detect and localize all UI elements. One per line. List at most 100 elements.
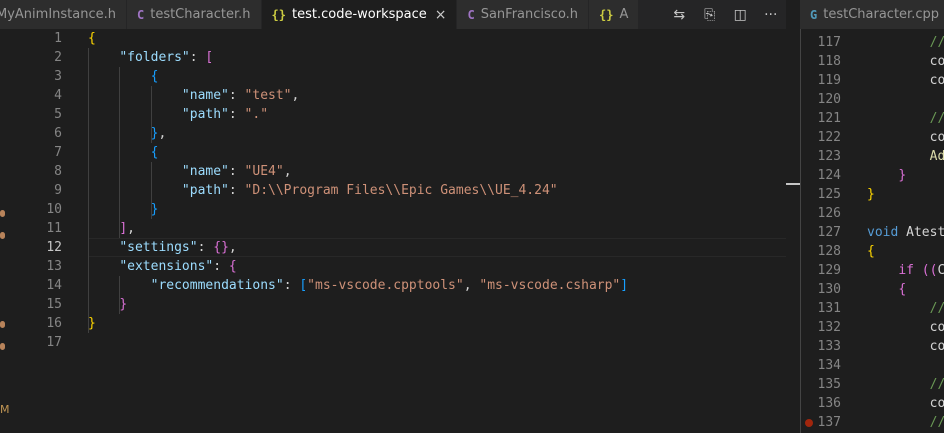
line-number: 121	[817, 111, 841, 126]
code-text: co	[867, 128, 944, 147]
line-number: 9	[54, 183, 62, 198]
code-token: "recommendations"	[150, 278, 284, 293]
code-line[interactable]: 117 //	[801, 33, 944, 52]
code-line[interactable]: 126	[801, 204, 944, 223]
code-line[interactable]: 132 co	[801, 318, 944, 337]
code-token: Atest	[906, 225, 944, 240]
tab-label: SanFrancisco.h	[480, 7, 579, 22]
code-token: [	[205, 50, 214, 65]
code-line[interactable]: 125}	[801, 185, 944, 204]
code-editor-workspace[interactable]: 1{2 "folders": [3 {4 "name": "test", 5 "p…	[20, 29, 786, 433]
code-line[interactable]: 17	[20, 333, 786, 352]
line-number: 133	[817, 339, 841, 354]
code-editor-cpp[interactable]: 117 //118 co 119 co 120 121 //122 co 123 Ad 1…	[801, 33, 944, 433]
line-number: 13	[46, 259, 62, 274]
line-number: 3	[54, 69, 62, 84]
line-number: 117	[817, 35, 841, 50]
code-line[interactable]: 130 {	[801, 280, 944, 299]
code-line[interactable]: 123 Ad	[801, 147, 944, 166]
code-token: :	[228, 183, 245, 198]
code-line[interactable]: 128 {	[801, 242, 944, 261]
overview-ruler[interactable]	[786, 0, 800, 433]
line-number: 118	[817, 54, 841, 69]
code-token: co	[929, 130, 944, 145]
code-line[interactable]: 6 },	[20, 124, 786, 143]
split-editor-icon[interactable]: ◫	[729, 7, 751, 23]
code-line[interactable]: 127 void Atest	[801, 223, 944, 242]
code-token: :	[197, 240, 214, 255]
line-number: 15	[46, 297, 62, 312]
tab-testcharacter-cpp[interactable]: GtestCharacter.cpp	[800, 0, 944, 29]
code-line[interactable]: 12 "settings": {},	[20, 238, 786, 257]
code-line[interactable]: 120	[801, 90, 944, 109]
code-token: "path"	[181, 183, 229, 198]
code-line[interactable]: 14 "recommendations": ["ms-vscode.cpptoo…	[20, 276, 786, 295]
open-changes-icon[interactable]: ⇆	[668, 7, 690, 23]
code-token: if	[898, 263, 914, 278]
code-line[interactable]: 131 //	[801, 299, 944, 318]
code-line[interactable]: 129 if ((C	[801, 261, 944, 280]
code-line[interactable]: 137 //	[801, 413, 944, 432]
code-line[interactable]: 7 {	[20, 143, 786, 162]
code-line[interactable]: 122 co	[801, 128, 944, 147]
line-number: 128	[817, 244, 841, 259]
code-line[interactable]: 11 ],	[20, 219, 786, 238]
tab-sanfrancisco-h[interactable]: C SanFrancisco.h	[457, 0, 590, 29]
code-line[interactable]: 3 {	[20, 67, 786, 86]
line-number: 6	[54, 126, 62, 141]
editor-tab-bar-right: GtestCharacter.cpp	[800, 0, 944, 29]
code-line[interactable]: 15 }	[20, 295, 786, 314]
code-token: co	[929, 73, 944, 88]
code-line[interactable]: 1{	[20, 29, 786, 48]
code-line[interactable]: 4 "name": "test",	[20, 86, 786, 105]
code-line[interactable]: 13 "extensions": {	[20, 257, 786, 276]
code-line[interactable]: 119 co	[801, 71, 944, 90]
tab-testcharacter-h[interactable]: CtestCharacter.h	[126, 0, 262, 29]
line-number: 123	[817, 149, 841, 164]
code-line[interactable]: 118 co	[801, 52, 944, 71]
code-token: "ms-vscode.cpptools"	[307, 278, 464, 293]
more-actions-icon[interactable]: ···	[760, 7, 782, 23]
code-line[interactable]: 133 co	[801, 337, 944, 356]
c-header-icon: C	[136, 7, 145, 22]
code-text: "extensions": {	[88, 257, 236, 276]
tab-myaniminstance-h[interactable]: MyAnimInstance.h	[0, 0, 127, 29]
tab-test-code-workspace[interactable]: {} test.code-workspace ×	[261, 0, 458, 29]
code-line[interactable]: 16}	[20, 314, 786, 333]
code-text: Ad	[867, 147, 944, 166]
code-token: :	[228, 107, 245, 122]
line-number: 130	[817, 282, 841, 297]
code-line[interactable]: 121 //	[801, 109, 944, 128]
line-number: 7	[54, 145, 62, 160]
json-icon: {}	[599, 7, 614, 22]
code-token: co	[929, 54, 944, 69]
line-number: 119	[817, 73, 841, 88]
code-line[interactable]: 135 //	[801, 375, 944, 394]
code-line[interactable]: 136 co	[801, 394, 944, 413]
code-text: }	[88, 200, 159, 219]
code-line[interactable]: 5 "path": "."	[20, 105, 786, 124]
tab-a[interactable]: {} A	[589, 0, 640, 29]
code-line[interactable]: 134	[801, 356, 944, 375]
code-line[interactable]: 2 "folders": [	[20, 48, 786, 67]
code-line[interactable]: 10 }	[20, 200, 786, 219]
code-token: :	[228, 164, 245, 179]
code-line[interactable]: 124 }	[801, 166, 944, 185]
code-token: }	[150, 202, 159, 217]
close-icon[interactable]: ×	[435, 7, 447, 23]
code-line[interactable]: 8 "name": "UE4",	[20, 162, 786, 181]
code-text: "path": "."	[88, 105, 268, 124]
code-text: "recommendations": ["ms-vscode.cpptools"…	[88, 276, 628, 295]
code-token: [	[299, 278, 308, 293]
code-token: ]	[620, 278, 629, 293]
code-line[interactable]: 9 "path": "D:\\Program Files\\Epic Games…	[20, 181, 786, 200]
code-token: {}	[213, 240, 229, 255]
open-preview-icon[interactable]: ⎘	[699, 7, 721, 23]
editor-toolbar: ⇆ ⎘ ◫ ···	[664, 0, 786, 29]
